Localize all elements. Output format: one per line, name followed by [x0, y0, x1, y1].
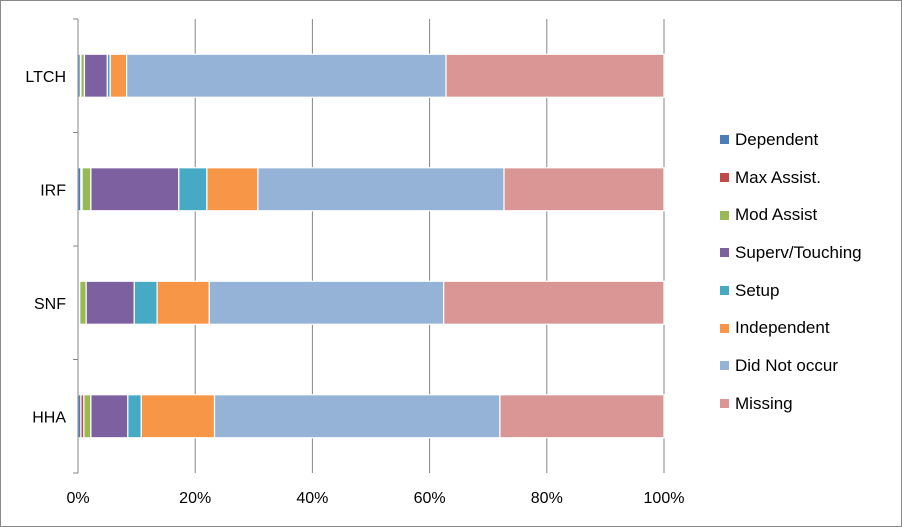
y-tick-label: LTCH	[25, 69, 66, 86]
y-tick-label: SNF	[34, 296, 66, 313]
legend-item: Max Assist.	[720, 159, 862, 197]
legend-label: Did Not occur	[735, 355, 838, 375]
bar-segment-setup	[178, 167, 208, 212]
y-tick-label: IRF	[40, 182, 66, 199]
legend-swatch	[720, 323, 729, 333]
legend-label: Max Assist.	[735, 167, 821, 187]
legend-item: Superv/Touching	[720, 234, 862, 272]
legend-item: Mod Assist	[720, 196, 862, 234]
legend-label: Superv/Touching	[735, 242, 862, 262]
legend-item: Did Not occur	[720, 347, 862, 385]
legend-swatch	[720, 173, 729, 183]
bar-segment-missing	[445, 53, 665, 98]
bar-segment-superv-touching	[83, 53, 108, 98]
legend-item: Independent	[720, 309, 862, 347]
legend-item: Setup	[720, 272, 862, 310]
y-tick-label: HHA	[32, 409, 66, 426]
bar-segment-superv-touching	[90, 394, 129, 439]
legend: Dependent Max Assist. Mod Assist Superv/Tou…	[720, 121, 862, 423]
x-tick-label: 60%	[414, 490, 446, 507]
legend-item: Missing	[720, 385, 862, 423]
bar-segment-mod-assist	[81, 167, 92, 212]
bar-segment-did-not-occur	[208, 280, 445, 325]
bar-segment-did-not-occur	[213, 394, 501, 439]
legend-label: Missing	[735, 393, 793, 413]
legend-swatch	[720, 248, 729, 258]
legend-swatch	[720, 210, 729, 220]
bar-segment-mod-assist	[83, 394, 92, 439]
bar-segment-did-not-occur	[126, 53, 447, 98]
chart-frame: 0% 20% 40% 60% 80% 100% LTCH IRF SNF HHA Dependen…	[0, 0, 902, 527]
legend-swatch	[720, 399, 729, 409]
bar-segment-setup	[133, 280, 158, 325]
legend-label: Independent	[735, 318, 830, 338]
x-tick-label: 100%	[644, 490, 685, 507]
bar-segment-missing	[499, 394, 665, 439]
bar-segment-independent	[156, 280, 210, 325]
legend-swatch	[720, 286, 729, 296]
bar-segment-independent	[140, 394, 216, 439]
legend-label: Setup	[735, 280, 780, 300]
bar-segment-independent	[206, 167, 259, 212]
legend-label: Mod Assist	[735, 205, 818, 225]
legend-swatch	[720, 135, 729, 145]
bar-segment-missing	[443, 280, 665, 325]
bar-segment-setup	[127, 394, 142, 439]
legend-swatch	[720, 361, 729, 371]
bar-segment-independent	[109, 53, 128, 98]
bar-segment-superv-touching	[90, 167, 180, 212]
legend-label: Dependent	[735, 129, 819, 149]
bar-segment-missing	[503, 167, 665, 212]
legend-item: Dependent	[720, 121, 862, 159]
x-tick-label: 80%	[531, 490, 563, 507]
bar-segment-did-not-occur	[257, 167, 505, 212]
bar-segment-mod-assist	[79, 280, 87, 325]
x-tick-label: 40%	[296, 490, 328, 507]
x-tick-label: 20%	[179, 490, 211, 507]
bar-segment-superv-touching	[85, 280, 135, 325]
x-tick-label: 0%	[66, 490, 89, 507]
